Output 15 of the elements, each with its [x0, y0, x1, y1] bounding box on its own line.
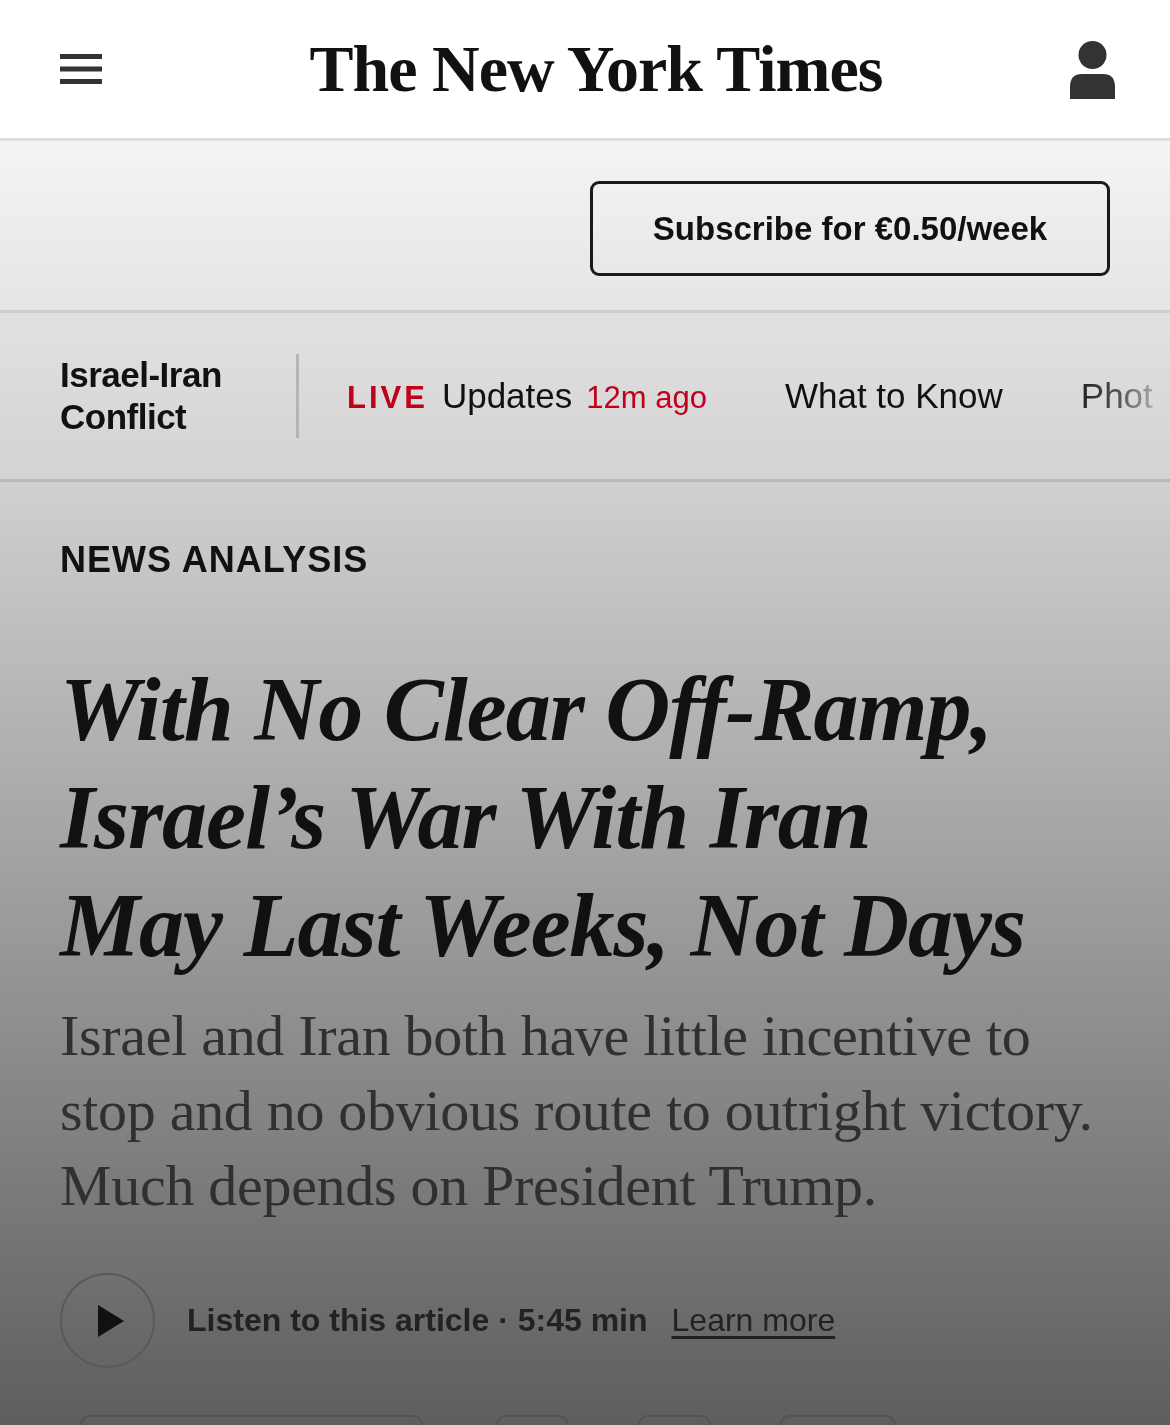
update-time: 12m ago	[586, 380, 707, 416]
article-summary: Israel and Iran both have little incentive to stop and no obvious route to outright victory. Much depends on President Trump.	[60, 1002, 1094, 1220]
live-label: LIVE	[347, 380, 428, 416]
listen-label: Listen to this article · 5:45 min	[187, 1302, 648, 1339]
nav-link[interactable]: What to Know	[784, 376, 1003, 416]
menu-icon[interactable]	[60, 54, 102, 84]
live-updates-link[interactable]: LIVE Updates 12m ago	[347, 376, 707, 416]
logo[interactable]: The New York Times	[309, 31, 883, 107]
play-button[interactable]	[60, 1273, 155, 1368]
subscribe-button[interactable]: Subscribe for €0.50/week	[590, 181, 1110, 276]
article-headline: With No Clear Off-Ramp, Israel’s War With Iran May Last Weeks, Not Days	[60, 659, 1027, 977]
play-icon	[97, 1304, 124, 1337]
article-kicker: NEWS ANALYSIS	[60, 538, 369, 582]
section-title[interactable]: Israel-Iran Conflict	[60, 354, 280, 438]
user-icon[interactable]	[1070, 41, 1115, 99]
